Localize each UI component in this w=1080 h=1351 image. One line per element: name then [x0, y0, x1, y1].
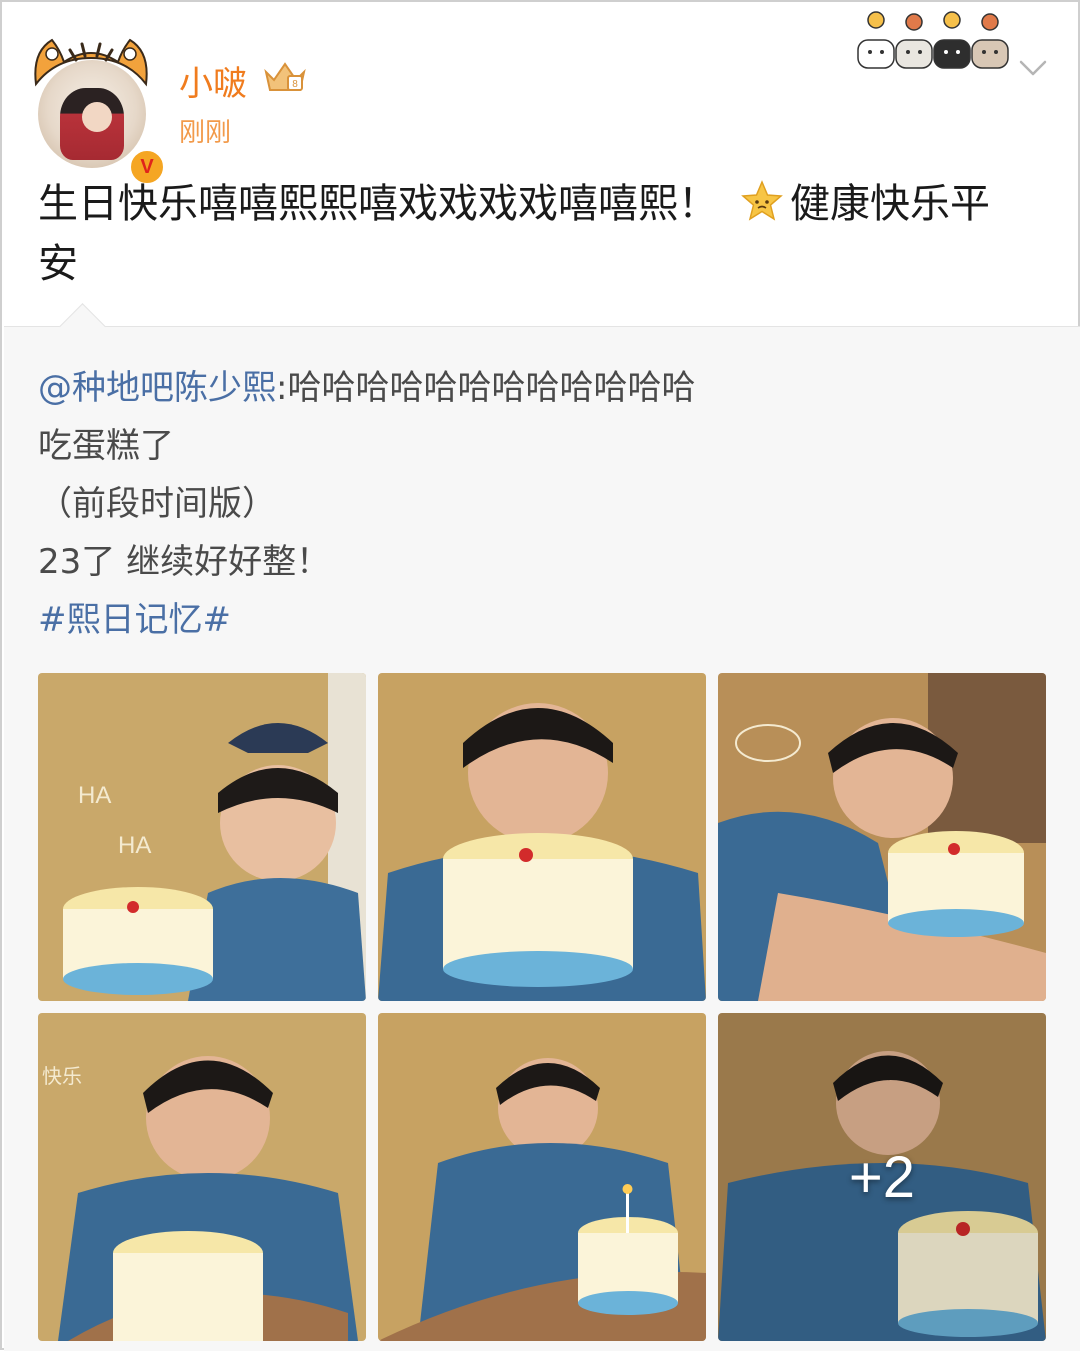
tiger-frame-icon	[34, 38, 148, 87]
svg-text:快乐: 快乐	[42, 1064, 82, 1088]
repost-section[interactable]: @种地吧陈少熙:哈哈哈哈哈哈哈哈哈哈哈哈 吃蛋糕了 （前段时间版） 23了 继续…	[4, 303, 1080, 1351]
repost-content: @种地吧陈少熙:哈哈哈哈哈哈哈哈哈哈哈哈 吃蛋糕了 （前段时间版） 23了 继续…	[38, 359, 695, 649]
repost-line-3: （前段时间版）	[38, 484, 276, 524]
star-emoji-icon	[741, 180, 783, 221]
svg-text:HA: HA	[78, 782, 111, 809]
photo-5[interactable]	[378, 1013, 706, 1341]
photo-1[interactable]: HA HA	[38, 673, 366, 1001]
svg-text:HA: HA	[118, 832, 151, 859]
cat-stickers-icon	[857, 11, 1009, 69]
repost-line-2: 吃蛋糕了	[38, 426, 174, 466]
repost-line-1: :哈哈哈哈哈哈哈哈哈哈哈哈	[276, 368, 696, 408]
photo-grid: HA HA 快乐 +2	[38, 673, 1046, 1343]
post-text-end: 安	[38, 241, 78, 287]
hashtag-link[interactable]: #熙日记忆#	[38, 591, 695, 649]
post-content: 生日快乐嘻嘻熙熙嘻戏戏戏戏嘻嘻熙！ 健康快乐平 安	[38, 174, 1038, 294]
post-text-wish: 健康快乐平	[790, 181, 990, 227]
photo-4[interactable]: 快乐	[38, 1013, 366, 1341]
weibo-post-card: V 小啵 8 刚刚 生日快乐嘻嘻熙熙嘻戏戏戏戏嘻嘻熙！ 健康快乐平 安 @种地吧…	[0, 0, 1080, 1351]
post-text-main: 生日快乐嘻嘻熙熙嘻戏戏戏戏嘻嘻熙！	[38, 181, 718, 227]
photo-2[interactable]	[378, 673, 706, 1001]
repost-line-4: 23了 继续好好整！	[38, 542, 331, 582]
username[interactable]: 小啵	[179, 56, 247, 105]
photo-3[interactable]	[718, 673, 1046, 1001]
photo-6-more[interactable]: +2	[718, 1013, 1046, 1341]
svg-text:8: 8	[292, 79, 298, 90]
vip-crown-icon[interactable]: 8	[262, 58, 308, 94]
mention-link[interactable]: @种地吧陈少熙	[38, 368, 276, 408]
chevron-down-icon[interactable]	[1018, 58, 1048, 78]
post-time: 刚刚	[179, 118, 232, 148]
user-avatar[interactable]: V	[30, 32, 166, 186]
more-photos-count[interactable]: +2	[718, 1013, 1046, 1341]
